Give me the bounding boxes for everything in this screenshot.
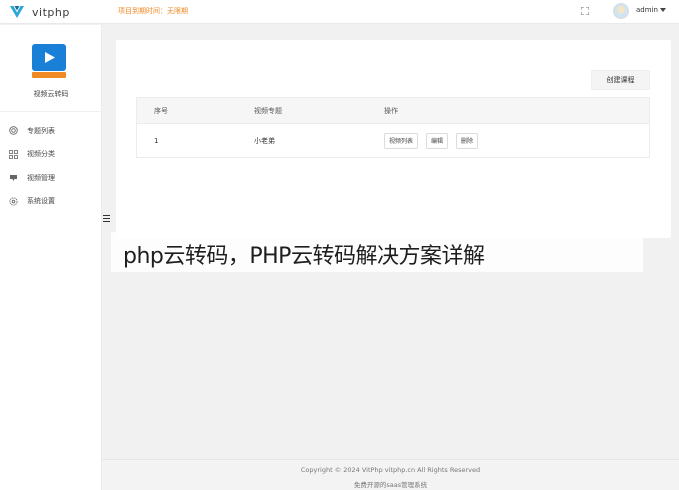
video-manage-icon	[10, 175, 17, 182]
top-bar: vitphp 项目到期时间：无限期 admin	[0, 0, 679, 24]
video-list-button[interactable]: 视频列表	[384, 132, 419, 149]
column-header-index: 序号	[154, 106, 168, 115]
sidebar-divider	[0, 111, 102, 112]
sidebar: 视频云转码 专题列表 视频分类 视频管理 系统设置	[0, 25, 102, 490]
layers-icon	[9, 126, 18, 135]
delete-button[interactable]: 删除	[456, 132, 479, 149]
topic-table: 序号 视频专题 操作 1 小老弟 视频列表 编辑 删除	[136, 97, 650, 158]
sidebar-item-label: 系统设置	[27, 197, 55, 206]
chevron-down-icon[interactable]	[660, 8, 666, 12]
sidebar-item-video-manage[interactable]: 视频管理	[0, 166, 102, 190]
cell-actions: 视频列表 编辑 删除	[370, 132, 649, 149]
sidebar-item-label: 专题列表	[27, 126, 55, 135]
expiry-notice: 项目到期时间：无限期	[118, 7, 188, 15]
sidebar-menu: 专题列表 视频分类 视频管理 系统设置	[0, 119, 102, 213]
cell-index: 1	[154, 136, 159, 145]
sidebar-item-label: 视频分类	[27, 150, 55, 159]
content-card: 创建课程 序号 视频专题 操作 1 小老弟 视频列表 编辑 删除	[116, 40, 671, 238]
sidebar-item-topic-list[interactable]: 专题列表	[0, 119, 102, 143]
copyright-text: Copyright © 2024 VitPhp vitphp.cn All Ri…	[300, 466, 481, 474]
create-course-button[interactable]: 创建课程	[591, 70, 650, 90]
collapse-sidebar-icon[interactable]	[102, 213, 111, 224]
app-label: 视频云转码	[33, 90, 69, 98]
footer-tagline: 免费开源的saas管理系统	[353, 481, 428, 489]
caption-title: php云转码，PHP云转码解决方案详解	[123, 244, 485, 269]
play-video-icon[interactable]	[32, 44, 66, 78]
user-avatar[interactable]	[613, 3, 629, 19]
column-header-topic: 视频专题	[254, 106, 282, 115]
brand-name: vitphp	[32, 5, 70, 19]
gear-icon	[9, 197, 18, 206]
sidebar-item-video-category[interactable]: 视频分类	[0, 143, 102, 167]
fullscreen-icon[interactable]	[581, 7, 589, 15]
table-row: 1 小老弟 视频列表 编辑 删除	[137, 124, 649, 157]
cell-topic: 小老弟	[254, 136, 275, 145]
brand-logo[interactable]: vitphp	[9, 4, 70, 20]
footer: Copyright © 2024 VitPhp vitphp.cn All Ri…	[102, 459, 679, 490]
vitphp-logo-icon	[10, 6, 24, 18]
sidebar-item-settings[interactable]: 系统设置	[0, 190, 102, 214]
column-header-actions: 操作	[384, 106, 398, 115]
table-header: 序号 视频专题 操作	[137, 98, 649, 124]
user-name[interactable]: admin	[636, 6, 658, 14]
sidebar-item-label: 视频管理	[27, 173, 55, 182]
edit-button[interactable]: 编辑	[426, 132, 449, 149]
grid-icon	[9, 149, 18, 159]
